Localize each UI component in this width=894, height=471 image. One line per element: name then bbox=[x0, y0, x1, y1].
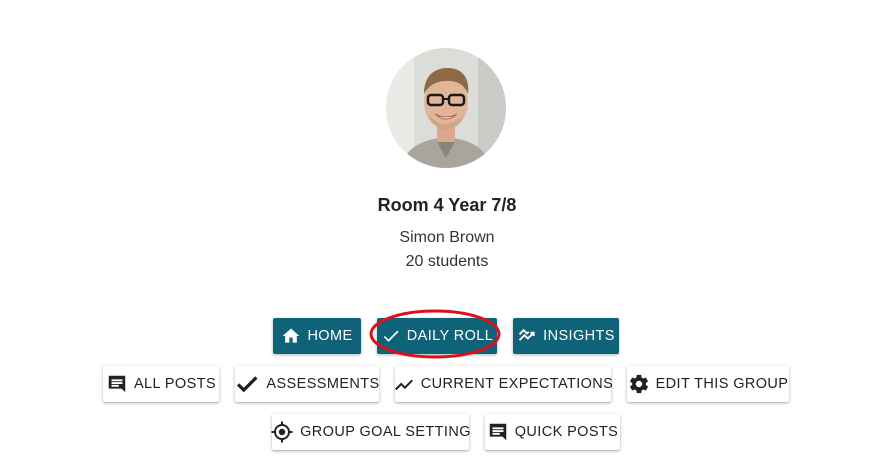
home-button[interactable]: HOME bbox=[273, 318, 361, 354]
quick-posts-button[interactable]: QUICK POSTS bbox=[485, 414, 620, 450]
comment-icon bbox=[487, 421, 509, 443]
home-icon bbox=[281, 326, 301, 346]
assessments-button-label: ASSESSMENTS bbox=[266, 376, 380, 392]
trending-up-icon bbox=[393, 373, 415, 395]
student-count: 20 students bbox=[405, 253, 489, 270]
group-page: Room 4 Year 7/8 Simon Brown 20 students … bbox=[0, 0, 894, 471]
edit-group-button[interactable]: EDIT THIS GROUP bbox=[627, 366, 789, 402]
checkmark-icon bbox=[234, 371, 260, 397]
avatar-photo bbox=[386, 48, 506, 168]
home-button-label: HOME bbox=[307, 328, 353, 344]
insights-icon bbox=[517, 326, 537, 346]
insights-button[interactable]: INSIGHTS bbox=[513, 318, 619, 354]
current-expectations-button[interactable]: CURRENT EXPECTATIONS bbox=[393, 366, 614, 402]
current-expectations-button-label: CURRENT EXPECTATIONS bbox=[420, 376, 614, 392]
all-posts-button[interactable]: ALL POSTS bbox=[103, 366, 219, 402]
owner-name: Simon Brown bbox=[399, 229, 495, 246]
comment-icon bbox=[106, 373, 128, 395]
insights-button-label: INSIGHTS bbox=[543, 328, 615, 344]
quick-posts-button-label: QUICK POSTS bbox=[514, 424, 619, 440]
all-posts-button-label: ALL POSTS bbox=[133, 376, 217, 392]
group-title: Room 4 Year 7/8 bbox=[377, 195, 517, 215]
gear-icon bbox=[628, 373, 650, 395]
target-icon bbox=[270, 420, 294, 444]
daily-roll-button-label: DAILY ROLL bbox=[406, 328, 494, 344]
daily-roll-button[interactable]: DAILY ROLL bbox=[377, 318, 497, 354]
group-goal-setting-button[interactable]: GROUP GOAL SETTING bbox=[270, 414, 471, 450]
avatar bbox=[386, 48, 506, 168]
group-goal-setting-button-label: GROUP GOAL SETTING bbox=[300, 424, 471, 440]
edit-group-button-label: EDIT THIS GROUP bbox=[655, 376, 789, 392]
assessments-button[interactable]: ASSESSMENTS bbox=[235, 366, 379, 402]
checkmark-icon bbox=[381, 326, 401, 346]
